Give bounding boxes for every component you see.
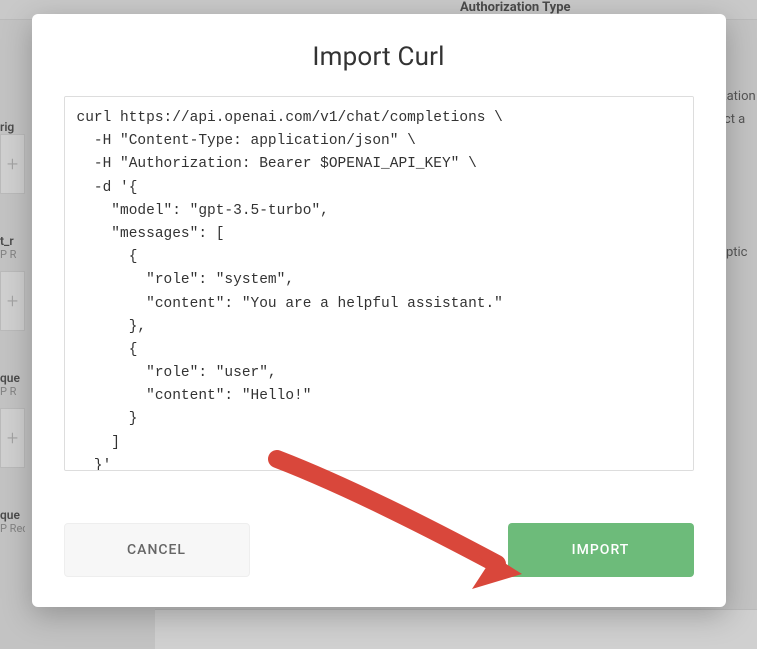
modal-overlay: Import Curl CANCEL IMPORT bbox=[0, 0, 757, 649]
curl-input[interactable] bbox=[64, 96, 694, 471]
import-button[interactable]: IMPORT bbox=[508, 523, 694, 577]
modal-actions: CANCEL IMPORT bbox=[64, 523, 694, 577]
cancel-button[interactable]: CANCEL bbox=[64, 523, 250, 577]
import-curl-modal: Import Curl CANCEL IMPORT bbox=[32, 14, 726, 607]
modal-title: Import Curl bbox=[64, 42, 694, 72]
